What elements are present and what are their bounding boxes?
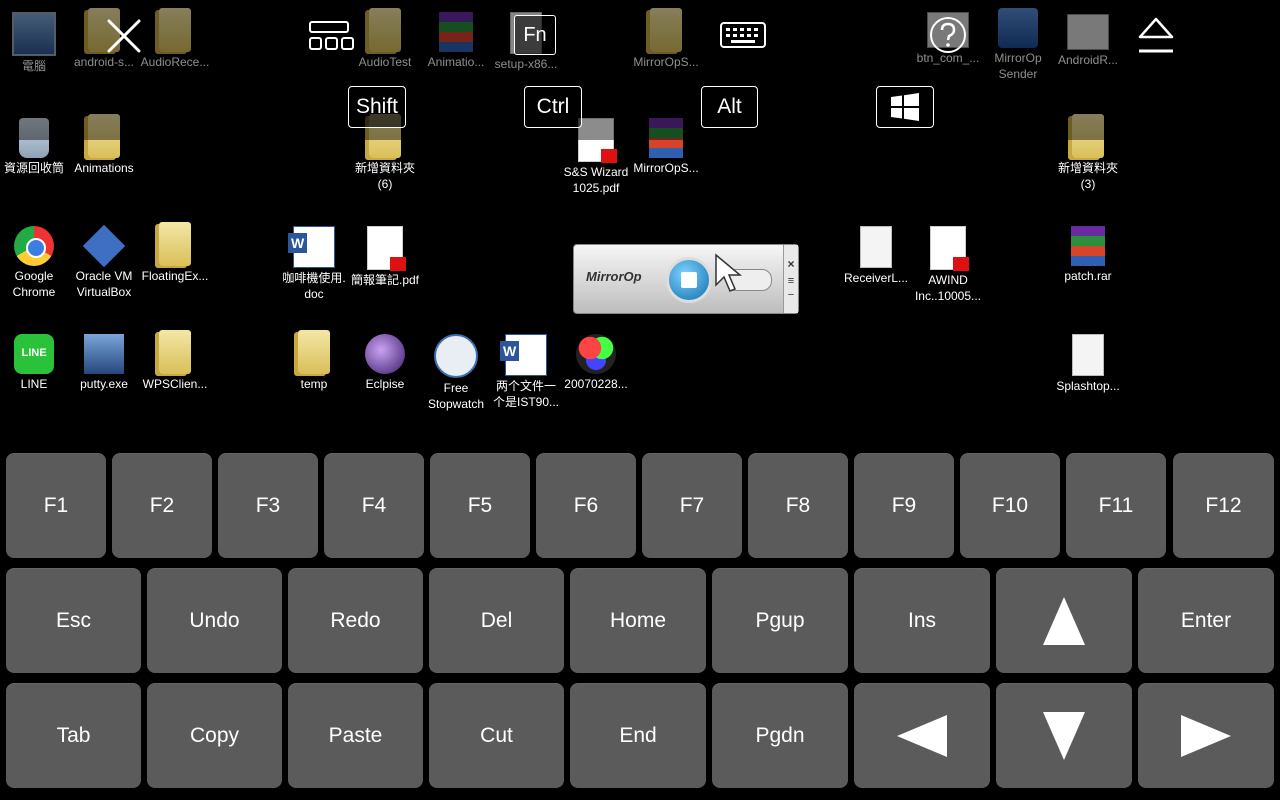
desktop-icon-wpsclien[interactable]: WPSClien...: [139, 330, 211, 392]
winrar-archive-icon: [1071, 226, 1105, 266]
key-paste[interactable]: Paste: [288, 683, 423, 788]
mirrorop-logo: MirrorOp: [586, 269, 642, 284]
word-document-icon: [288, 226, 335, 268]
key-esc[interactable]: Esc: [6, 568, 141, 673]
key-del[interactable]: Del: [429, 568, 564, 673]
desktop-icon-receiverl[interactable]: ReceiverL...: [840, 226, 912, 286]
desktop-icon-awind-pdf[interactable]: AWIND Inc..10005...: [912, 226, 984, 304]
rgb-image-icon: [576, 334, 616, 374]
key-cut[interactable]: Cut: [429, 683, 564, 788]
desktop-icon-putty[interactable]: putty.exe: [68, 334, 140, 392]
key-f5[interactable]: F5: [430, 453, 530, 558]
folder-icon: [159, 330, 191, 374]
key-f7[interactable]: F7: [642, 453, 742, 558]
key-enter[interactable]: Enter: [1138, 568, 1274, 673]
close-icon[interactable]: ×: [784, 257, 798, 271]
ctrl-key-button[interactable]: Ctrl: [524, 86, 582, 128]
key-arrow-left[interactable]: [854, 683, 990, 788]
stopwatch-icon: [434, 334, 478, 378]
desktop-icon-eclipse[interactable]: Eclpise: [349, 334, 421, 392]
fn-key-button[interactable]: Fn: [514, 15, 556, 55]
folder-icon: [159, 222, 191, 266]
key-f12[interactable]: F12: [1173, 453, 1274, 558]
line-app-icon: [14, 334, 54, 374]
key-undo[interactable]: Undo: [147, 568, 282, 673]
keyboard-icon[interactable]: [720, 22, 766, 48]
key-arrow-down[interactable]: [996, 683, 1132, 788]
arrow-left-icon: [897, 714, 947, 757]
close-icon[interactable]: [105, 17, 143, 55]
upload-icon[interactable]: [1136, 15, 1176, 57]
arrow-up-icon: [1043, 596, 1085, 645]
desktop-icon-temp[interactable]: temp: [278, 330, 350, 392]
desktop-icon-coffee-doc[interactable]: 咖啡機使用. doc: [278, 226, 350, 302]
key-arrow-up[interactable]: [996, 568, 1132, 673]
key-f10[interactable]: F10: [960, 453, 1060, 558]
key-f6[interactable]: F6: [536, 453, 636, 558]
key-redo[interactable]: Redo: [288, 568, 423, 673]
desktop-icon-virtualbox[interactable]: Oracle VM VirtualBox: [68, 224, 140, 300]
key-tab[interactable]: Tab: [6, 683, 141, 788]
desktop-icon-line[interactable]: LINE: [0, 334, 70, 392]
key-end[interactable]: End: [570, 683, 706, 788]
pdf-file-icon: [367, 226, 406, 271]
desktop-icon-google-chrome[interactable]: Google Chrome: [0, 226, 70, 300]
key-f9[interactable]: F9: [854, 453, 954, 558]
pdf-file-icon: [930, 226, 969, 271]
eclipse-icon: [365, 334, 405, 374]
alt-key-button[interactable]: Alt: [701, 86, 758, 128]
windows-logo-icon: [891, 93, 919, 121]
desktop-icon-splashtop[interactable]: Splashtop...: [1052, 334, 1124, 394]
text-file-icon: [860, 226, 892, 268]
shift-key-button[interactable]: Shift: [348, 86, 406, 128]
key-ins[interactable]: Ins: [854, 568, 990, 673]
desktop-icon-free-stopwatch[interactable]: Free Stopwatch: [420, 334, 492, 412]
desktop-icon-ist90-doc[interactable]: 两个文件一 个是IST90...: [490, 334, 562, 410]
key-f11[interactable]: F11: [1066, 453, 1166, 558]
remote-control-toolbar: [0, 0, 1280, 140]
key-f4[interactable]: F4: [324, 453, 424, 558]
key-pgup[interactable]: Pgup: [712, 568, 848, 673]
word-document-icon: [500, 334, 547, 376]
chrome-icon: [14, 226, 54, 266]
key-f3[interactable]: F3: [218, 453, 318, 558]
desktop-icon-notes-pdf[interactable]: 簡報筆記.pdf: [349, 226, 421, 288]
key-f1[interactable]: F1: [6, 453, 106, 558]
key-home[interactable]: Home: [570, 568, 706, 673]
desktop-icon-20070228[interactable]: 20070228...: [560, 334, 632, 392]
key-f2[interactable]: F2: [112, 453, 212, 558]
menu-icon[interactable]: ≡: [784, 275, 798, 287]
key-pgdn[interactable]: Pgdn: [712, 683, 848, 788]
windows-key-button[interactable]: [876, 86, 934, 128]
blank-file-icon: [1072, 334, 1104, 376]
key-f8[interactable]: F8: [748, 453, 848, 558]
mouse-pointer-icon: [715, 253, 743, 292]
layout-toggle-icon[interactable]: [309, 21, 355, 51]
minimize-icon[interactable]: −: [784, 289, 798, 301]
arrow-right-icon: [1181, 714, 1231, 757]
folder-icon: [298, 330, 330, 374]
mirrorop-widget[interactable]: MirrorOp × ≡ −: [573, 244, 799, 314]
stop-button[interactable]: [666, 257, 712, 303]
key-arrow-right[interactable]: [1138, 683, 1274, 788]
key-copy[interactable]: Copy: [147, 683, 282, 788]
widget-side-controls: × ≡ −: [783, 245, 798, 313]
desktop-icon-floatingex[interactable]: FloatingEx...: [139, 222, 211, 284]
virtualbox-icon: [82, 224, 126, 268]
arrow-down-icon: [1043, 711, 1085, 760]
help-icon[interactable]: [928, 15, 968, 55]
putty-icon: [84, 334, 124, 374]
desktop-icon-patch-rar[interactable]: patch.rar: [1052, 226, 1124, 284]
